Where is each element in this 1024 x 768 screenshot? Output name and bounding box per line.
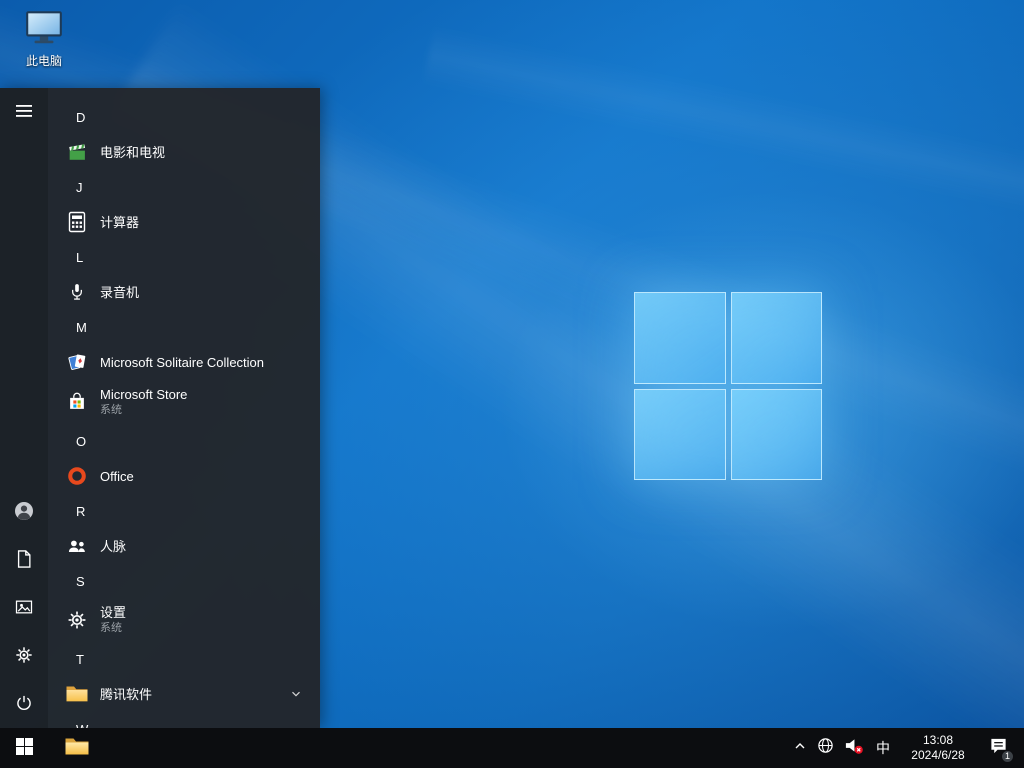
app-row-office[interactable]: Office — [48, 458, 320, 494]
power-button[interactable] — [0, 680, 48, 728]
movies-tv-icon — [65, 140, 89, 164]
tray-show-hidden-icons-button[interactable] — [788, 728, 812, 768]
speaker-muted-icon — [843, 736, 864, 760]
start-button[interactable] — [0, 728, 48, 768]
app-label: 录音机 — [100, 284, 140, 300]
desktop-icon-this-pc[interactable]: 此电脑 — [12, 8, 76, 69]
windows-logo — [634, 292, 822, 480]
gear-icon — [14, 645, 34, 668]
rail-bottom-group — [0, 488, 48, 728]
app-row-microsoft-store[interactable]: Microsoft Store 系统 — [48, 380, 320, 424]
app-label: 电影和电视 — [100, 144, 166, 160]
app-row-voice-recorder[interactable]: 录音机 — [48, 274, 320, 310]
windows-logo-pane — [730, 292, 822, 384]
settings-gear-icon — [65, 608, 89, 632]
ime-label: 中 — [876, 740, 890, 756]
section-letter: O — [76, 433, 87, 449]
chevron-up-icon — [793, 739, 807, 758]
app-label: 设置 — [100, 604, 127, 620]
this-pc-icon — [23, 11, 65, 50]
voice-recorder-icon — [65, 280, 89, 304]
section-letter: R — [76, 503, 86, 519]
office-icon — [65, 464, 89, 488]
hamburger-icon — [15, 104, 33, 121]
file-explorer-button[interactable] — [60, 728, 94, 768]
app-label: Microsoft Solitaire Collection — [100, 354, 265, 370]
section-header-w[interactable]: W — [48, 712, 320, 729]
section-letter: D — [76, 109, 86, 125]
start-menu-rail — [0, 88, 48, 728]
ime-indicator-button[interactable]: 中 — [868, 728, 898, 768]
app-label: Office — [100, 468, 134, 484]
globe-network-icon — [817, 737, 834, 759]
section-letter: T — [76, 651, 84, 667]
calculator-icon — [65, 210, 89, 234]
document-icon — [15, 549, 33, 572]
documents-button[interactable] — [0, 536, 48, 584]
app-label: 人脉 — [100, 538, 127, 554]
people-icon — [65, 534, 89, 558]
app-row-movies-tv[interactable]: 电影和电视 — [48, 134, 320, 170]
pictures-icon — [14, 597, 34, 620]
settings-button[interactable] — [0, 632, 48, 680]
volume-muted-button[interactable] — [838, 728, 868, 768]
notification-badge: 1 — [1001, 750, 1014, 763]
user-avatar-icon — [12, 499, 36, 526]
app-sublabel: 系统 — [100, 403, 122, 416]
screen: 此电脑 D 电影和电视 J 计算器 L 录音机 M Microsoft Soli… — [0, 0, 1024, 768]
section-letter: J — [76, 179, 83, 195]
action-center-button[interactable]: 1 — [978, 728, 1018, 768]
folder-icon — [65, 682, 89, 706]
solitaire-icon — [65, 350, 89, 374]
start-menu-app-list: D 电影和电视 J 计算器 L 录音机 M Microsoft Solitair… — [48, 88, 320, 728]
app-label: 腾讯软件 — [100, 686, 153, 702]
taskbar: 中 13:08 2024/6/28 1 — [0, 728, 1024, 768]
system-tray: 中 13:08 2024/6/28 1 — [788, 728, 1024, 768]
chevron-down-icon — [290, 688, 302, 700]
app-row-solitaire[interactable]: Microsoft Solitaire Collection — [48, 344, 320, 380]
windows-logo-pane — [730, 388, 822, 480]
section-header-j[interactable]: J — [48, 170, 320, 204]
app-label: 计算器 — [100, 214, 140, 230]
app-row-settings[interactable]: 设置 系统 — [48, 598, 320, 642]
section-header-r[interactable]: R — [48, 494, 320, 528]
start-menu: D 电影和电视 J 计算器 L 录音机 M Microsoft Solitair… — [0, 88, 320, 728]
app-label: Microsoft Store — [100, 386, 188, 402]
clock-date: 2024/6/28 — [911, 748, 965, 762]
section-letter: S — [76, 573, 85, 589]
windows-start-icon — [15, 738, 33, 758]
network-status-button[interactable] — [812, 728, 838, 768]
clock-time: 13:08 — [922, 733, 954, 747]
app-row-people[interactable]: 人脉 — [48, 528, 320, 564]
section-header-o[interactable]: O — [48, 424, 320, 458]
section-header-m[interactable]: M — [48, 310, 320, 344]
pictures-button[interactable] — [0, 584, 48, 632]
store-icon — [65, 390, 89, 414]
windows-logo-pane — [634, 388, 726, 480]
section-letter: M — [76, 319, 87, 335]
clock-button[interactable]: 13:08 2024/6/28 — [898, 728, 978, 768]
app-row-calculator[interactable]: 计算器 — [48, 204, 320, 240]
app-row-tencent-folder[interactable]: 腾讯软件 — [48, 676, 320, 712]
section-letter: L — [76, 249, 84, 265]
windows-logo-pane — [634, 292, 726, 384]
power-icon — [14, 693, 34, 716]
desktop-icon-label: 此电脑 — [25, 54, 62, 68]
section-header-t[interactable]: T — [48, 642, 320, 676]
expand-menu-button[interactable] — [0, 88, 48, 136]
section-header-l[interactable]: L — [48, 240, 320, 274]
file-explorer-icon — [64, 735, 90, 762]
section-header-d[interactable]: D — [48, 100, 320, 134]
section-header-s[interactable]: S — [48, 564, 320, 598]
user-account-button[interactable] — [0, 488, 48, 536]
app-sublabel: 系统 — [100, 621, 122, 634]
